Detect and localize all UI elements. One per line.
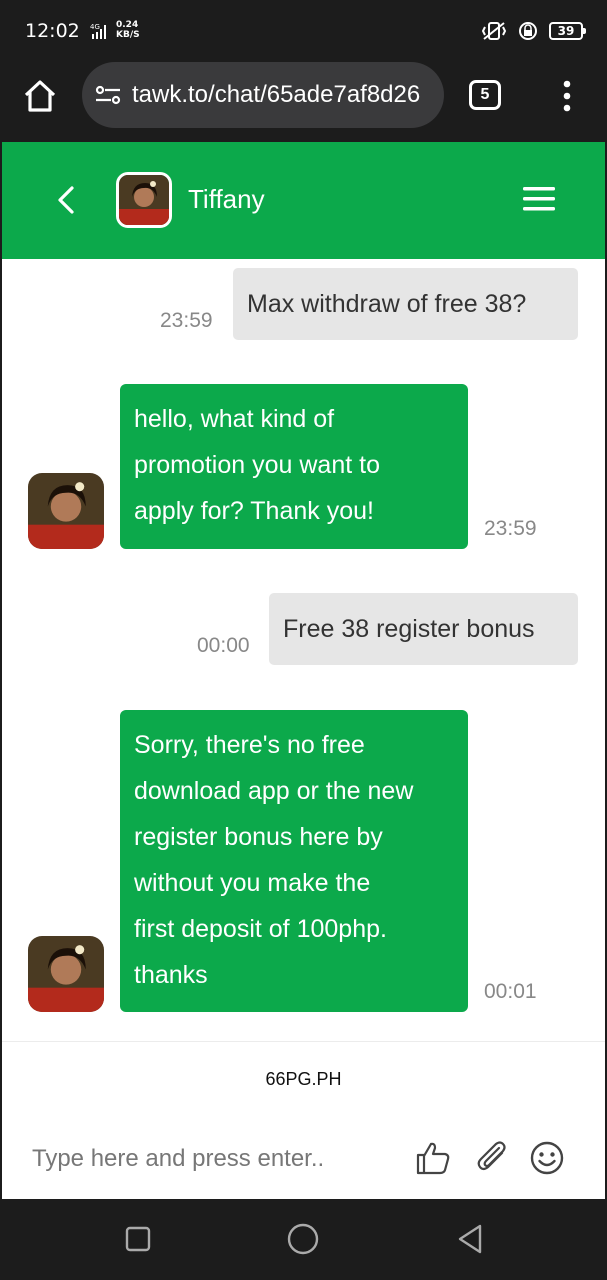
- message-line: promotion you want to: [134, 451, 380, 479]
- message-line: apply for? Thank you!: [134, 497, 374, 525]
- agent-photo: [119, 175, 169, 225]
- agent-photo: [28, 936, 104, 1012]
- agent-avatar: [28, 473, 104, 549]
- tab-switcher-button[interactable]: 5: [469, 80, 501, 110]
- url-text: tawk.to/chat/65ade7af8d26: [132, 81, 421, 108]
- nav-home-icon[interactable]: [285, 1221, 321, 1257]
- browser-toolbar: tawk.to/chat/65ade7af8d26 5: [0, 62, 607, 142]
- network-speed: 0.24 KB/S: [116, 20, 140, 40]
- message-line: thanks: [134, 961, 208, 989]
- status-time: 12:02: [25, 20, 80, 42]
- nav-back-icon[interactable]: [452, 1221, 488, 1257]
- branding-text: 66PG.PH: [265, 1069, 342, 1089]
- message-line: download app or the new: [134, 777, 414, 805]
- message-line: Sorry, there's no free: [134, 731, 365, 759]
- system-nav-bar: [0, 1199, 607, 1280]
- chat-header: Tiffany: [2, 142, 605, 259]
- chat-messages: 23:59 Max withdraw of free 38? hello, wh…: [2, 259, 605, 1199]
- speed-value: 0.24: [116, 20, 139, 30]
- visitor-message: Max withdraw of free 38?: [233, 268, 578, 340]
- battery-indicator: 39: [549, 22, 586, 40]
- paperclip-icon[interactable]: [474, 1139, 512, 1177]
- home-icon[interactable]: [22, 78, 58, 114]
- message-input[interactable]: [32, 1141, 392, 1177]
- status-bar: 12:02 4G 0.24 KB/S 39: [0, 0, 607, 62]
- back-chevron-icon[interactable]: [50, 182, 80, 218]
- site-settings-icon[interactable]: [94, 83, 122, 107]
- data-saver-icon: [519, 22, 537, 40]
- speed-unit: KB/S: [116, 30, 140, 40]
- message-line: without you make the: [134, 869, 371, 897]
- agent-message: hello, what kind of promotion you want t…: [120, 384, 468, 549]
- agent-message: Sorry, there's no free download app or t…: [120, 710, 468, 1012]
- thumbs-up-icon[interactable]: [414, 1139, 452, 1177]
- address-bar[interactable]: tawk.to/chat/65ade7af8d26: [82, 62, 444, 128]
- message-line: first deposit of 100php.: [134, 915, 387, 943]
- message-time: 23:59: [160, 309, 213, 332]
- agent-photo: [28, 473, 104, 549]
- agent-avatar: [28, 936, 104, 1012]
- message-time: 23:59: [484, 517, 537, 540]
- message-line: register bonus here by: [134, 823, 383, 851]
- emoji-icon[interactable]: [528, 1139, 566, 1177]
- more-vert-icon[interactable]: [560, 80, 574, 112]
- message-time: 00:00: [197, 634, 250, 657]
- vibrate-icon: [481, 22, 507, 40]
- message-line: hello, what kind of: [134, 405, 335, 433]
- visitor-message: Free 38 register bonus: [269, 593, 578, 665]
- composer-divider: [2, 1041, 605, 1042]
- network-type: 4G: [90, 23, 100, 31]
- agent-avatar: [116, 172, 172, 228]
- agent-name: Tiffany: [188, 184, 265, 214]
- message-time: 00:01: [484, 980, 537, 1003]
- hamburger-menu-icon[interactable]: [523, 187, 555, 211]
- signal-icon: 4G: [90, 23, 106, 39]
- nav-recents-icon[interactable]: [120, 1221, 156, 1257]
